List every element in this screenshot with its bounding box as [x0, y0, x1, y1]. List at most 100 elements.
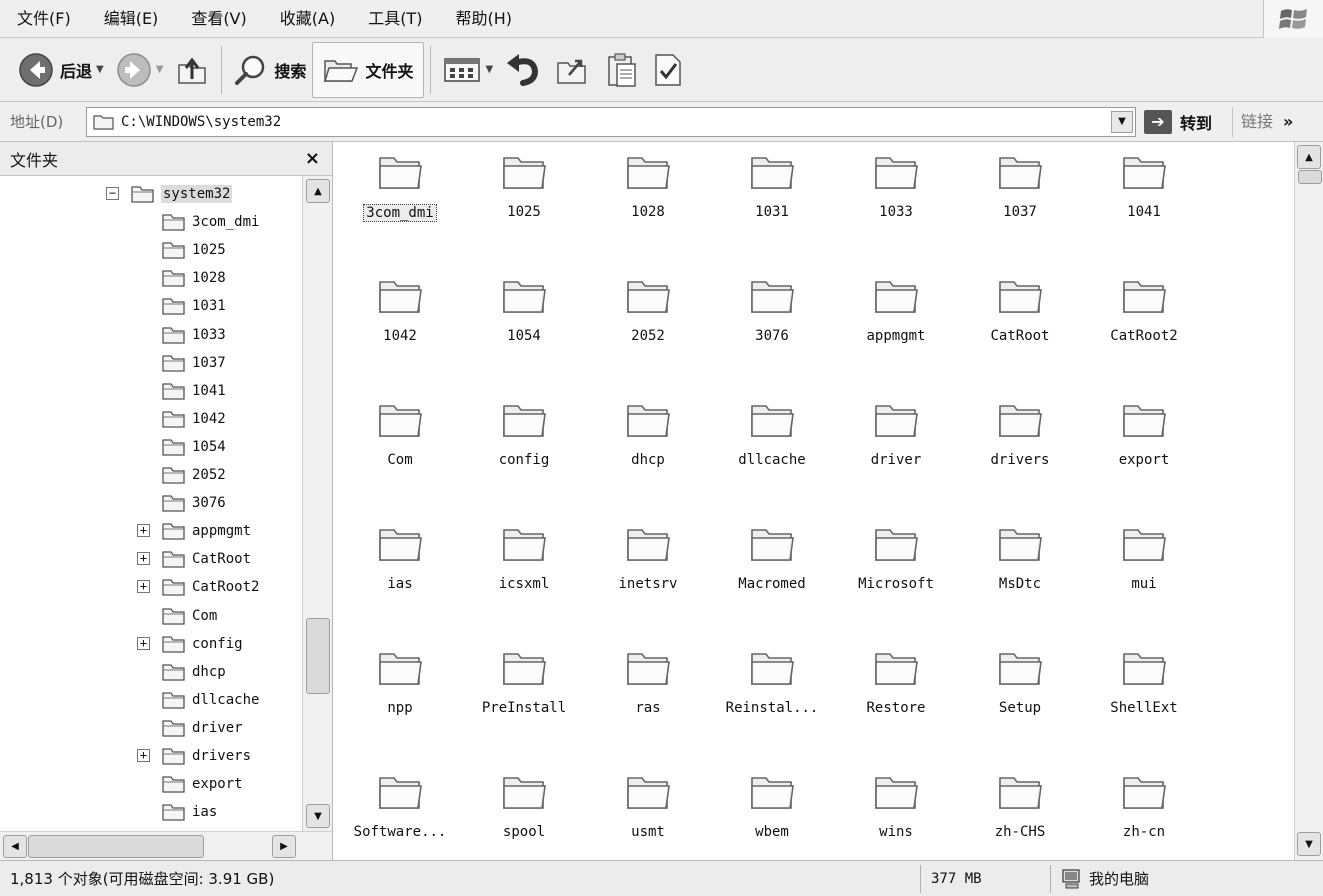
folder-item[interactable]: drivers: [958, 390, 1082, 490]
folder-item[interactable]: Reinstal...: [710, 638, 834, 738]
views-button[interactable]: ▼: [437, 42, 499, 98]
back-button[interactable]: 后退 ▼: [12, 42, 110, 98]
forward-dropdown-icon[interactable]: ▼: [156, 64, 164, 75]
tree-item[interactable]: 3com_dmi: [162, 208, 259, 236]
folder-item[interactable]: Setup: [958, 638, 1082, 738]
menu-favorites[interactable]: 收藏(A): [263, 0, 351, 38]
scroll-thumb[interactable]: [306, 618, 330, 694]
scroll-thumb[interactable]: [28, 835, 204, 858]
tree-item[interactable]: dhcp: [162, 658, 226, 686]
tree-item[interactable]: 1054: [162, 433, 226, 461]
folder-item[interactable]: wins: [834, 762, 958, 860]
expand-icon[interactable]: +: [137, 552, 150, 566]
folder-item[interactable]: mui: [1082, 514, 1206, 614]
tree-item[interactable]: − system32: [106, 180, 233, 208]
folder-item[interactable]: 1037: [958, 142, 1082, 242]
address-dropdown-icon[interactable]: ▼: [1111, 110, 1133, 133]
tree-item[interactable]: + config: [137, 630, 243, 658]
menu-help[interactable]: 帮助(H): [438, 0, 528, 38]
scroll-left-icon[interactable]: ◀: [3, 835, 27, 858]
scroll-up-icon[interactable]: ▲: [306, 179, 330, 203]
scroll-up-icon[interactable]: ▲: [1297, 145, 1321, 169]
close-icon[interactable]: ×: [305, 148, 320, 169]
menu-view[interactable]: 查看(V): [174, 0, 262, 38]
folder-item[interactable]: PreInstall: [462, 638, 586, 738]
address-input[interactable]: C:\WINDOWS\system32 ▼: [86, 106, 1136, 137]
folder-item[interactable]: 1025: [462, 142, 586, 242]
tree-item[interactable]: + CatRoot2: [137, 573, 259, 601]
expand-icon[interactable]: +: [137, 524, 150, 538]
tree-item[interactable]: driver: [162, 714, 243, 742]
tree-item[interactable]: + appmgmt: [137, 517, 251, 545]
folder-item[interactable]: ShellExt: [1082, 638, 1206, 738]
contents-vertical-scrollbar[interactable]: ▲ ▼: [1294, 142, 1323, 860]
folder-item[interactable]: wbem: [710, 762, 834, 860]
folder-item[interactable]: Com: [338, 390, 462, 490]
tree-item[interactable]: + CatRoot: [137, 545, 251, 573]
folder-item[interactable]: Software...: [338, 762, 462, 860]
folder-pane-vertical-scrollbar[interactable]: ▲ ▼: [302, 176, 332, 831]
folder-item[interactable]: spool: [462, 762, 586, 860]
tree-item[interactable]: ias: [162, 798, 217, 826]
folder-item[interactable]: zh-cn: [1082, 762, 1206, 860]
tree-item[interactable]: 3076: [162, 489, 226, 517]
folder-item[interactable]: config: [462, 390, 586, 490]
views-dropdown-icon[interactable]: ▼: [485, 64, 493, 75]
tree-item[interactable]: Com: [162, 602, 217, 630]
folder-item[interactable]: 1033: [834, 142, 958, 242]
folder-item[interactable]: ras: [586, 638, 710, 738]
move-to-button[interactable]: [549, 42, 599, 98]
menu-edit[interactable]: 编辑(E): [87, 0, 175, 38]
folder-item[interactable]: MsDtc: [958, 514, 1082, 614]
properties-button[interactable]: [645, 42, 691, 98]
tree-item[interactable]: 1042: [162, 405, 226, 433]
folder-item[interactable]: dllcache: [710, 390, 834, 490]
collapse-icon[interactable]: −: [106, 187, 119, 200]
folder-item[interactable]: dhcp: [586, 390, 710, 490]
folder-item[interactable]: ias: [338, 514, 462, 614]
tree-item[interactable]: export: [162, 770, 243, 798]
menu-tools[interactable]: 工具(T): [351, 0, 438, 38]
folder-item[interactable]: CatRoot: [958, 266, 1082, 366]
expand-icon[interactable]: +: [137, 749, 150, 762]
tree-item[interactable]: 1037: [162, 349, 226, 377]
expand-icon[interactable]: +: [137, 580, 150, 594]
undo-button[interactable]: [499, 42, 549, 98]
scroll-right-icon[interactable]: ▶: [272, 835, 296, 858]
folder-item[interactable]: inetsrv: [586, 514, 710, 614]
scroll-down-icon[interactable]: ▼: [306, 804, 330, 828]
folder-item[interactable]: 3076: [710, 266, 834, 366]
folder-item[interactable]: 1028: [586, 142, 710, 242]
folder-pane-horizontal-scrollbar[interactable]: ◀ ▶: [0, 831, 332, 860]
folder-item[interactable]: 3com_dmi: [338, 142, 462, 242]
tree-item[interactable]: 1028: [162, 264, 226, 292]
folder-item[interactable]: npp: [338, 638, 462, 738]
up-folder-button[interactable]: [169, 42, 215, 98]
scroll-thumb[interactable]: [1298, 170, 1322, 184]
expand-icon[interactable]: +: [137, 636, 150, 650]
folder-item[interactable]: 1041: [1082, 142, 1206, 242]
links-label[interactable]: 链接: [1232, 106, 1273, 137]
tree-item[interactable]: 2052: [162, 461, 226, 489]
copy-to-button[interactable]: [599, 42, 645, 98]
go-button[interactable]: ➔ 转到: [1144, 109, 1212, 134]
folder-item[interactable]: 1054: [462, 266, 586, 366]
tree-item[interactable]: dllcache: [162, 686, 259, 714]
tree-item[interactable]: 1031: [162, 292, 226, 320]
folder-item[interactable]: Microsoft: [834, 514, 958, 614]
folder-item[interactable]: usmt: [586, 762, 710, 860]
folder-item[interactable]: Macromed: [710, 514, 834, 614]
folder-item[interactable]: appmgmt: [834, 266, 958, 366]
tree-item[interactable]: 1041: [162, 377, 226, 405]
folder-item[interactable]: 1031: [710, 142, 834, 242]
folder-item[interactable]: Restore: [834, 638, 958, 738]
folders-button[interactable]: 文件夹: [312, 41, 425, 98]
tree-item[interactable]: 1025: [162, 236, 226, 264]
folder-item[interactable]: export: [1082, 390, 1206, 490]
folder-item[interactable]: zh-CHS: [958, 762, 1082, 860]
folder-item[interactable]: 2052: [586, 266, 710, 366]
folder-item[interactable]: driver: [834, 390, 958, 490]
back-dropdown-icon[interactable]: ▼: [96, 64, 104, 75]
search-button[interactable]: 搜索: [228, 42, 312, 98]
forward-button[interactable]: ▼: [110, 42, 170, 98]
